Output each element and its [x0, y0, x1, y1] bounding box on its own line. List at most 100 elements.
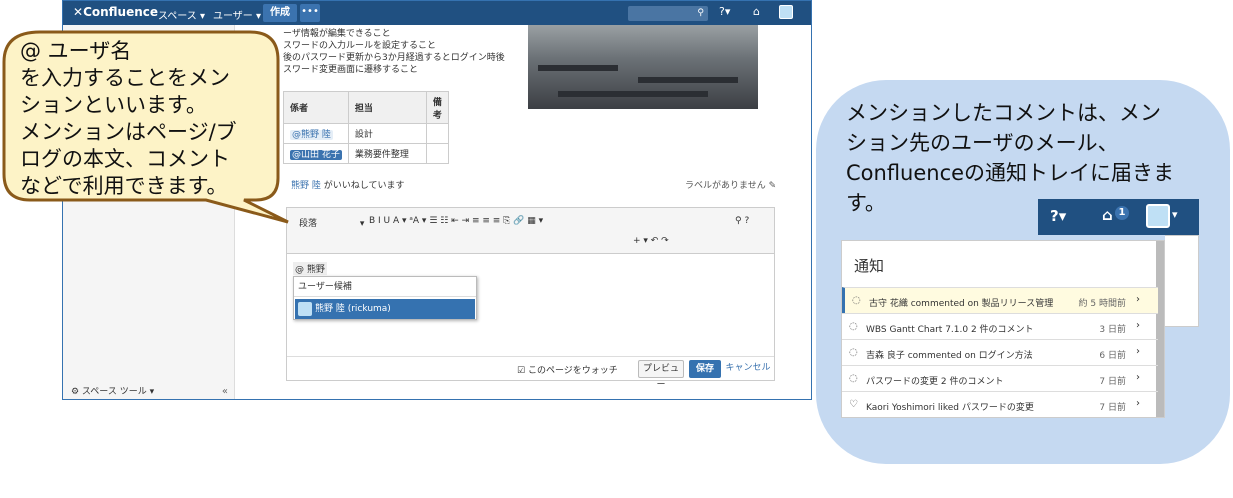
notification-panel: 通知 ◌ 古守 花織 commented on 製品リリース管理 約 5 時間前…: [841, 240, 1165, 418]
editor-footer: ☑ このページをウォッチ プレビュー 保存 キャンセル: [287, 356, 774, 390]
table-header: 係者: [283, 91, 349, 124]
callout-line: @ ユーザ名: [20, 39, 132, 63]
callout-line: を入力することをメン: [20, 66, 230, 90]
photo-desk: [558, 91, 708, 97]
callout-line: Confluenceの通知トレイに届きま: [846, 161, 1175, 185]
notification-item[interactable]: ◌ 古守 花織 commented on 製品リリース管理 約 5 時間前 ›: [842, 287, 1158, 313]
logo-x-icon: ✕: [73, 5, 84, 19]
create-button[interactable]: 作成: [263, 4, 297, 22]
comment-icon: ◌: [852, 295, 861, 306]
notification-time: 7 日前: [1099, 377, 1126, 387]
office-photo: [528, 25, 758, 109]
user-avatar[interactable]: [779, 5, 793, 19]
editor-toolbar: 段落 ▾ B I U A ▾ ᵃA ▾ ☰ ☷ ⇤ ⇥ ≡ ≡ ≡ ⎘ 🔗 ▦ …: [287, 208, 774, 254]
find-help-buttons[interactable]: ⚲ ?: [735, 216, 749, 226]
assignment-table: 係者 担当 備考 @熊野 陸 設計 @山田 花子 業務要件整理: [283, 91, 449, 164]
logo-text: Confluence: [83, 5, 159, 19]
space-tools-menu[interactable]: ⚙ スペース ツール ▾: [71, 384, 154, 397]
callout-line: メンションしたコメントは、メン: [846, 101, 1161, 125]
table-cell: @熊野 陸: [283, 123, 349, 144]
editor-typed-text[interactable]: @ 熊野: [293, 262, 327, 275]
notification-tray-icon[interactable]: ⌂: [753, 5, 760, 18]
user-suggest-dropdown: ユーザー候補 熊野 陸 (rickuma): [293, 276, 477, 320]
checkbox-checked-icon: ☑: [517, 366, 526, 376]
comment-icon: ◌: [849, 373, 858, 384]
paragraph-label: 段落: [299, 219, 318, 229]
like-icon: ♡: [849, 399, 858, 410]
suggest-header: ユーザー候補: [294, 277, 476, 297]
top-navigation-bar: ✕Confluence スペース ▾ ユーザー ▾ 作成 ••• ⚲ ?▾ ⌂: [63, 1, 811, 25]
callout-line: などで利用できます。: [20, 174, 228, 198]
nav-spaces-menu[interactable]: スペース ▾: [158, 7, 205, 22]
help-icon[interactable]: ?▾: [719, 5, 730, 18]
notification-text: WBS Gantt Chart 7.1.0 2 件のコメント: [866, 325, 1034, 335]
more-button[interactable]: •••: [300, 4, 320, 22]
table-row: @山田 花子 業務要件整理: [283, 143, 449, 164]
chevron-right-icon: ›: [1136, 346, 1140, 357]
chevron-right-icon: ›: [1136, 372, 1140, 383]
nav-users-menu[interactable]: ユーザー ▾: [213, 7, 261, 22]
photo-desk: [538, 65, 618, 71]
table-cell: 設計: [347, 123, 427, 144]
user-mention[interactable]: @熊野 陸: [290, 130, 333, 140]
watch-label: このページをウォッチ: [527, 366, 618, 376]
callout-line: メンションはページ/ブ: [20, 120, 237, 144]
panel-edge: [1165, 235, 1199, 327]
comment-icon: ◌: [849, 321, 858, 332]
notification-item[interactable]: ◌ 吉森 良子 commented on ログイン方法 6 日前 ›: [842, 339, 1158, 365]
user-mention[interactable]: @山田 花子: [290, 150, 342, 160]
paragraph-style-select[interactable]: 段落 ▾: [299, 216, 364, 229]
notification-item[interactable]: ♡ Kaori Yoshimori liked パスワードの変更 7 日前 ›: [842, 391, 1158, 417]
notification-tray-icon[interactable]: ⌂: [1102, 206, 1113, 224]
notification-time: 3 日前: [1099, 325, 1126, 335]
notification-time: 7 日前: [1099, 403, 1126, 413]
chevron-down-icon: ▾: [359, 219, 365, 229]
cancel-button[interactable]: キャンセル: [725, 360, 771, 378]
table-header: 担当: [347, 91, 427, 124]
avatar[interactable]: [1146, 204, 1170, 228]
comment-editor[interactable]: 段落 ▾ B I U A ▾ ᵃA ▾ ☰ ☷ ⇤ ⇥ ≡ ≡ ≡ ⎘ 🔗 ▦ …: [286, 207, 775, 390]
notification-item[interactable]: ◌ パスワードの変更 2 件のコメント 7 日前 ›: [842, 365, 1158, 391]
pencil-icon[interactable]: ✎: [769, 181, 777, 191]
like-summary: 熊野 陸 がいいねしています: [291, 178, 404, 191]
callout-line: ログの本文、コメント: [20, 147, 230, 171]
notification-text: パスワードの変更 2 件のコメント: [866, 377, 1004, 387]
photo-desk: [638, 77, 738, 83]
insert-undo-buttons[interactable]: + ▾ ↶ ↷: [633, 236, 669, 246]
callout-line: ション先のユーザのメール、: [846, 131, 1119, 155]
formatting-buttons[interactable]: B I U A ▾ ᵃA ▾ ☰ ☷ ⇤ ⇥ ≡ ≡ ≡ ⎘ 🔗 ▦ ▾: [369, 216, 543, 226]
liker-link[interactable]: 熊野 陸: [291, 181, 321, 191]
preview-button[interactable]: プレビュー: [638, 360, 684, 390]
table-cell: @山田 花子: [283, 143, 349, 164]
notification-time: 6 日前: [1099, 351, 1126, 361]
save-button[interactable]: 保存: [689, 360, 721, 378]
avatar: [298, 302, 312, 316]
comment-icon: ◌: [849, 347, 858, 358]
notification-count-badge: 1: [1115, 206, 1129, 220]
chevron-down-icon[interactable]: ▾: [1172, 208, 1178, 221]
suggest-item[interactable]: 熊野 陸 (rickuma): [295, 299, 475, 319]
chevron-right-icon: ›: [1136, 320, 1140, 331]
search-icon: ⚲: [697, 8, 704, 18]
screenshot-root: ✕Confluence スペース ▾ ユーザー ▾ 作成 ••• ⚲ ?▾ ⌂ …: [0, 0, 1233, 498]
chevron-right-icon: ›: [1136, 294, 1140, 305]
body-line: スワード変更画面に遷移すること: [283, 65, 419, 75]
notification-time: 約 5 時間前: [1078, 299, 1126, 309]
notification-text: 吉森 良子 commented on ログイン方法: [866, 351, 1033, 361]
search-input[interactable]: ⚲: [628, 6, 708, 21]
chevron-right-icon: ›: [1136, 398, 1140, 409]
confluence-logo[interactable]: ✕Confluence: [73, 5, 158, 19]
help-icon[interactable]: ?▾: [1050, 207, 1066, 225]
notification-text: 古守 花織 commented on 製品リリース管理: [869, 299, 1054, 309]
collapse-sidebar-icon[interactable]: «: [222, 386, 228, 397]
table-header: 備考: [425, 91, 449, 124]
callout-left-text: @ ユーザ名 を入力することをメン ションといいます。 メンションはページ/ブ …: [20, 38, 237, 200]
notification-item[interactable]: ◌ WBS Gantt Chart 7.1.0 2 件のコメント 3 日前 ›: [842, 313, 1158, 339]
table-cell: [425, 143, 449, 164]
notification-panel-title: 通知: [854, 257, 885, 275]
table-cell: 業務要件整理: [347, 143, 427, 164]
watch-checkbox[interactable]: ☑ このページをウォッチ: [517, 363, 618, 376]
suggest-item-label: 熊野 陸 (rickuma): [315, 304, 391, 314]
like-suffix: がいいねしています: [320, 181, 405, 191]
labels-empty: ラベルがありません: [685, 181, 766, 191]
